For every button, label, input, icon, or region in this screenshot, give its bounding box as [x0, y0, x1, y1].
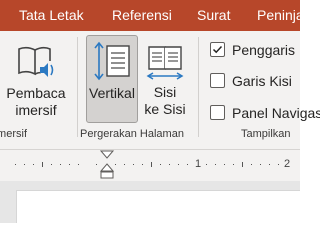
- ruler-ticks: [15, 162, 279, 167]
- document-page[interactable]: [16, 190, 300, 223]
- group-label-immersive: Imersif: [0, 128, 27, 140]
- tab-references[interactable]: Referensi: [112, 7, 172, 24]
- immersive-reader-icon: [18, 46, 54, 77]
- tab-mailings[interactable]: Surat: [197, 7, 230, 24]
- immersive-reader-label-2: imersif: [15, 102, 57, 118]
- group-divider: [198, 37, 199, 137]
- vertical-label: Vertikal: [89, 85, 135, 101]
- ruler-checkbox[interactable]: Penggaris: [210, 40, 320, 60]
- checkbox-box[interactable]: [210, 42, 225, 57]
- side-to-side-label-1: Sisi: [153, 84, 177, 100]
- vertical-scroll-icon: [94, 41, 130, 81]
- ribbon-tab-bar: Tata Letak Referensi Surat Peninjauan: [0, 0, 320, 31]
- gridlines-checkbox[interactable]: Garis Kisi: [210, 71, 320, 91]
- immersive-reader-button[interactable]: Pembaca imersif: [0, 35, 72, 125]
- checkmark-icon: [212, 45, 223, 54]
- ruler-mark-1: 1: [195, 158, 202, 170]
- group-label-show: Tampilkan: [241, 128, 291, 140]
- tab-review[interactable]: Peninjauan: [257, 7, 320, 24]
- side-to-side-label-2: ke Sisi: [144, 101, 186, 117]
- checkbox-box[interactable]: [210, 105, 225, 120]
- group-label-page-movement: Pergerakan Halaman: [80, 128, 184, 140]
- navigation-pane-checkbox-label: Panel Navigasi: [232, 105, 320, 121]
- indent-marker-icon[interactable]: [99, 150, 115, 181]
- checkbox-box[interactable]: [210, 73, 225, 88]
- side-to-side-button[interactable]: Sisi ke Sisi: [141, 35, 189, 123]
- tab-layout[interactable]: Tata Letak: [19, 7, 84, 24]
- navigation-pane-checkbox[interactable]: Panel Navigasi: [210, 103, 320, 123]
- ruler-checkbox-label: Penggaris: [232, 42, 296, 58]
- side-to-side-icon: [146, 46, 184, 80]
- gridlines-checkbox-label: Garis Kisi: [232, 73, 292, 89]
- ruler[interactable]: 1 2: [0, 150, 300, 181]
- immersive-reader-label-1: Pembaca: [6, 85, 66, 101]
- group-divider: [77, 37, 78, 137]
- vertical-button[interactable]: Vertikal: [86, 35, 138, 123]
- ruler-mark-2: 2: [284, 158, 291, 170]
- document-area: [0, 181, 300, 223]
- ribbon-panel: Pembaca imersif Imersif Vertikal: [0, 31, 320, 150]
